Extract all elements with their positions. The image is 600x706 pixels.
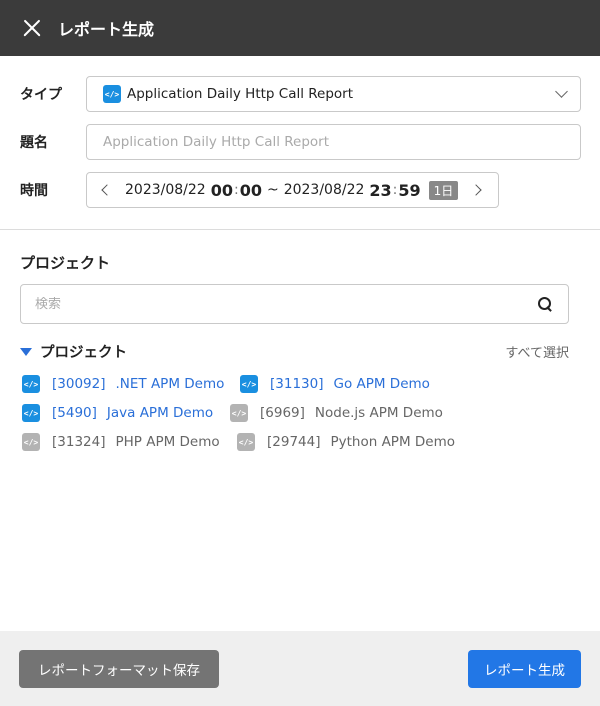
code-icon: </>	[22, 433, 40, 451]
project-name: Python APM Demo	[330, 434, 455, 450]
end-date: 2023/08/22	[283, 182, 365, 198]
project-id: [30092]	[52, 376, 106, 392]
project-id: [6969]	[260, 405, 305, 421]
project-item-29744[interactable]: </> [29744] Python APM Demo	[237, 433, 455, 451]
end-minute[interactable]: 59	[398, 181, 420, 200]
project-id: [31324]	[52, 434, 106, 450]
chevron-left-icon[interactable]	[101, 184, 113, 196]
projects-section-title: プロジェクト	[20, 254, 111, 272]
project-item-6969[interactable]: </> [6969] Node.js APM Demo	[230, 404, 443, 422]
code-icon: </>	[103, 85, 121, 103]
search-icon[interactable]	[536, 295, 554, 313]
time-colon: :	[392, 182, 398, 198]
dialog-footer: レポートフォーマット保存 レポート生成	[0, 631, 600, 706]
time-colon: :	[233, 182, 239, 198]
type-row: タイプ </> Application Daily Http Call Repo…	[20, 76, 581, 112]
project-name: PHP APM Demo	[115, 434, 220, 450]
time-label: 時間	[20, 183, 48, 199]
range-badge[interactable]: 1日	[428, 180, 459, 200]
project-name: Node.js APM Demo	[314, 405, 443, 421]
project-id: [5490]	[52, 405, 97, 421]
code-icon: </>	[22, 404, 40, 422]
subject-row: 題名	[20, 124, 581, 160]
code-icon: </>	[240, 375, 258, 393]
project-name: Go APM Demo	[333, 376, 430, 392]
project-id: [31130]	[270, 376, 324, 392]
select-all-link[interactable]: すべて選択	[505, 342, 569, 361]
subject-label: 題名	[20, 135, 48, 151]
start-minute[interactable]: 00	[240, 181, 262, 200]
project-item-5490[interactable]: </> [5490] Java APM Demo	[22, 404, 213, 422]
type-select-value: Application Daily Http Call Report	[127, 86, 354, 102]
project-name: .NET APM Demo	[115, 376, 225, 392]
project-item-31324[interactable]: </> [31324] PHP APM Demo	[22, 433, 220, 451]
generate-report-button[interactable]: レポート生成	[468, 650, 581, 688]
project-id: [29744]	[267, 434, 321, 450]
end-hour[interactable]: 23	[369, 181, 391, 200]
start-hour[interactable]: 00	[211, 181, 233, 200]
code-icon: </>	[22, 375, 40, 393]
code-icon: </>	[230, 404, 248, 422]
start-date: 2023/08/22	[125, 182, 206, 198]
chevron-down-icon	[555, 85, 568, 98]
project-item-30092[interactable]: </> [30092] .NET APM Demo	[22, 375, 224, 393]
project-name: Java APM Demo	[106, 405, 214, 421]
project-group-header: プロジェクト すべて選択	[20, 341, 569, 362]
section-divider	[0, 229, 600, 230]
code-icon: </>	[237, 433, 255, 451]
type-select[interactable]: </> Application Daily Http Call Report	[86, 76, 581, 112]
search-input[interactable]	[35, 296, 536, 312]
time-range-picker[interactable]: 2023/08/22 00 : 00 ~ 2023/08/22 23 : 59 …	[86, 172, 499, 208]
subject-input[interactable]	[86, 124, 581, 160]
caret-down-icon[interactable]	[20, 347, 32, 356]
time-row: 時間 2023/08/22 00 : 00 ~ 2023/08/22 23 : …	[20, 172, 499, 208]
close-icon[interactable]	[20, 16, 44, 40]
project-group-name: プロジェクト	[40, 345, 127, 361]
project-item-31130[interactable]: </> [31130] Go APM Demo	[240, 375, 430, 393]
range-separator: ~	[266, 182, 279, 198]
type-label: タイプ	[20, 87, 62, 103]
project-search	[20, 284, 569, 324]
dialog-title: レポート生成	[58, 20, 155, 39]
dialog-header: レポート生成	[0, 0, 600, 56]
save-format-button[interactable]: レポートフォーマット保存	[19, 650, 219, 688]
chevron-right-icon[interactable]	[470, 184, 482, 196]
